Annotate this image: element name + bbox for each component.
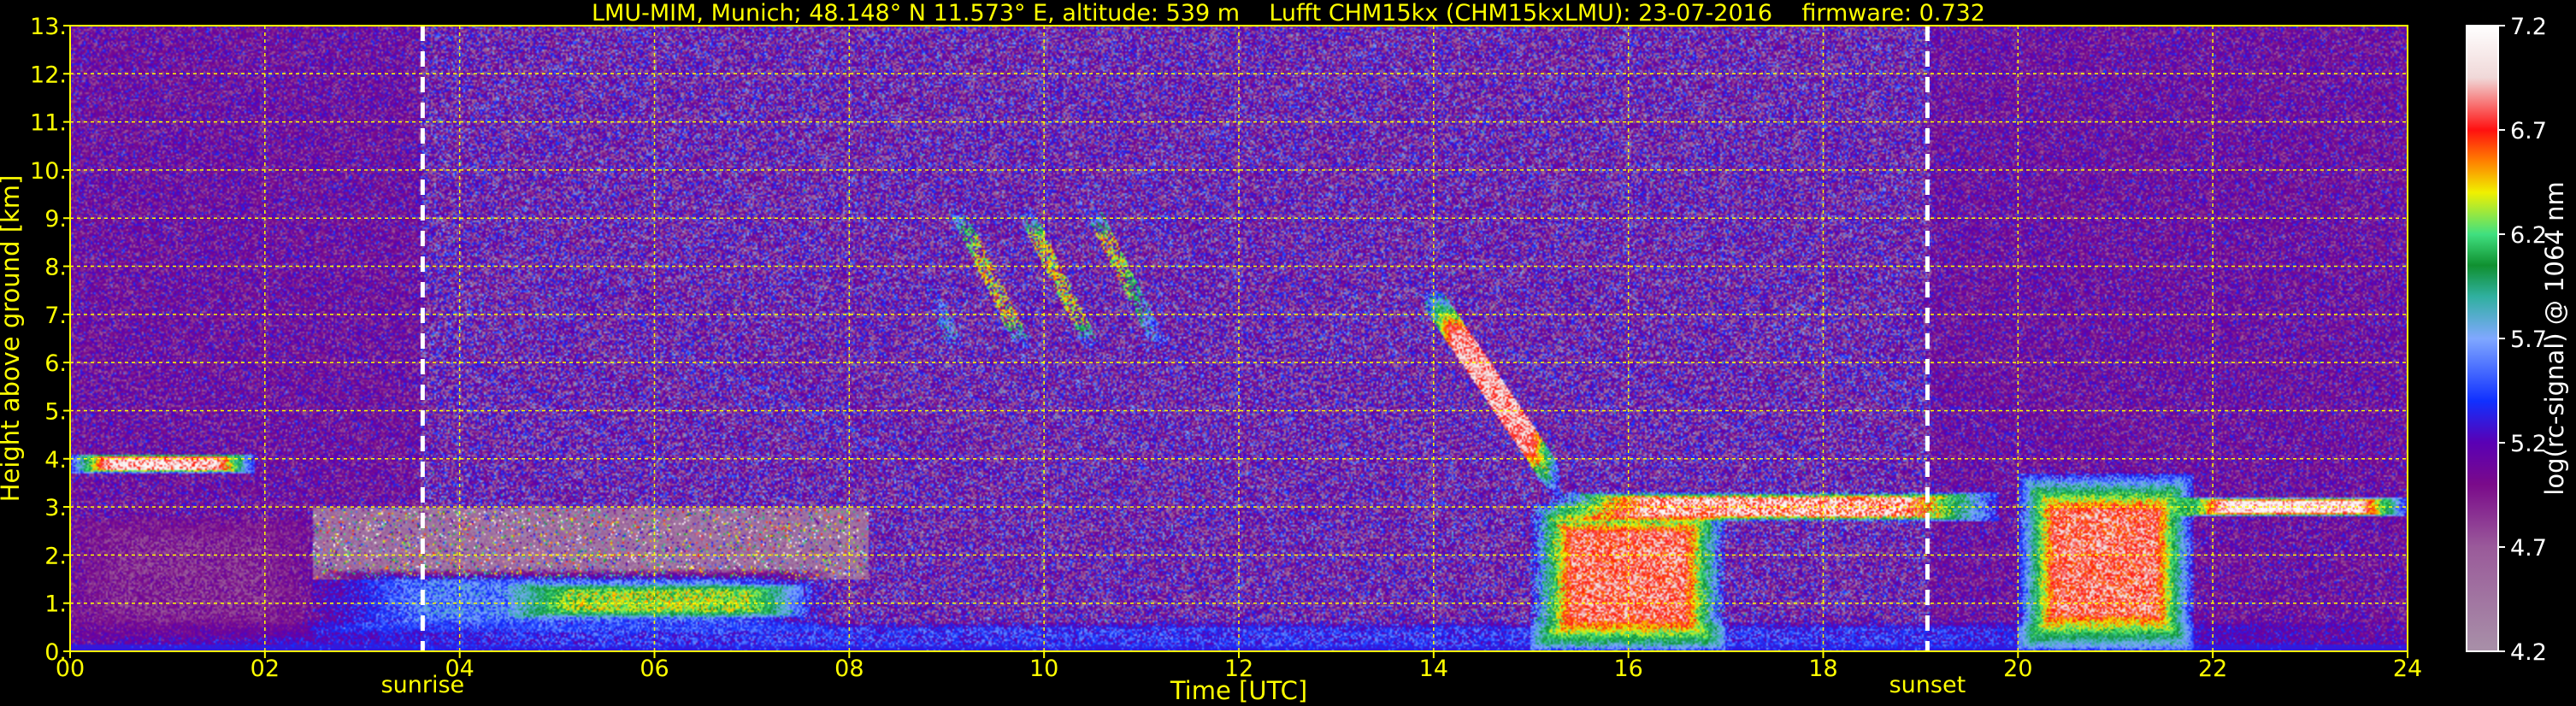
y-axis-label: Height above ground [km] [0, 175, 25, 503]
x-axis-label: Time [UTC] [1170, 676, 1307, 705]
x-tick-label: 06 [640, 656, 669, 682]
colorbar-tick-label: 7.2 [2510, 14, 2547, 40]
y-tick-label: 1. [44, 591, 67, 618]
y-tick-label: 11. [30, 110, 67, 137]
y-tick-label: 7. [44, 303, 67, 329]
y-tick-label: 4. [44, 447, 67, 474]
x-tick-label: 02 [251, 656, 280, 682]
colorbar-tick-label: 4.2 [2510, 639, 2547, 666]
y-tick-label: 10. [30, 158, 67, 185]
event-label-sunrise: sunrise [381, 672, 465, 698]
plot-area [69, 25, 2408, 652]
x-tick-label: 18 [1808, 656, 1837, 682]
y-tick-label: 6. [44, 350, 67, 377]
colorbar-tick-label: 6.7 [2510, 118, 2547, 144]
chart-title: LMU-MIM, Munich; 48.148° N 11.573° E, al… [592, 0, 1985, 26]
x-tick-label: 08 [834, 656, 864, 682]
colorbar-gradient [2467, 26, 2498, 651]
y-tick-label: 9. [44, 206, 67, 232]
y-tick-label: 5. [44, 398, 67, 425]
x-tick-label: 24 [2393, 656, 2422, 682]
ceilometer-chart: LMU-MIM, Munich; 48.148° N 11.573° E, al… [0, 0, 2576, 706]
colorbar-label: log(rc-signal) @ 1064 nm [2540, 181, 2569, 495]
colorbar-tick-label: 4.7 [2510, 535, 2547, 562]
x-tick-label: 16 [1613, 656, 1642, 682]
x-tick-label: 22 [2198, 656, 2227, 682]
y-tick-label: 13. [30, 14, 67, 40]
y-tick-label: 2. [44, 543, 67, 569]
x-tick-label: 14 [1419, 656, 1448, 682]
x-tick-label: 20 [2003, 656, 2032, 682]
y-tick-label: 8. [44, 255, 67, 281]
y-tick-label: 12. [30, 62, 67, 88]
y-tick-label: 3. [44, 495, 67, 521]
x-tick-label: 10 [1029, 656, 1058, 682]
event-label-sunset: sunset [1889, 672, 1966, 698]
y-tick-label: 0. [44, 639, 67, 666]
